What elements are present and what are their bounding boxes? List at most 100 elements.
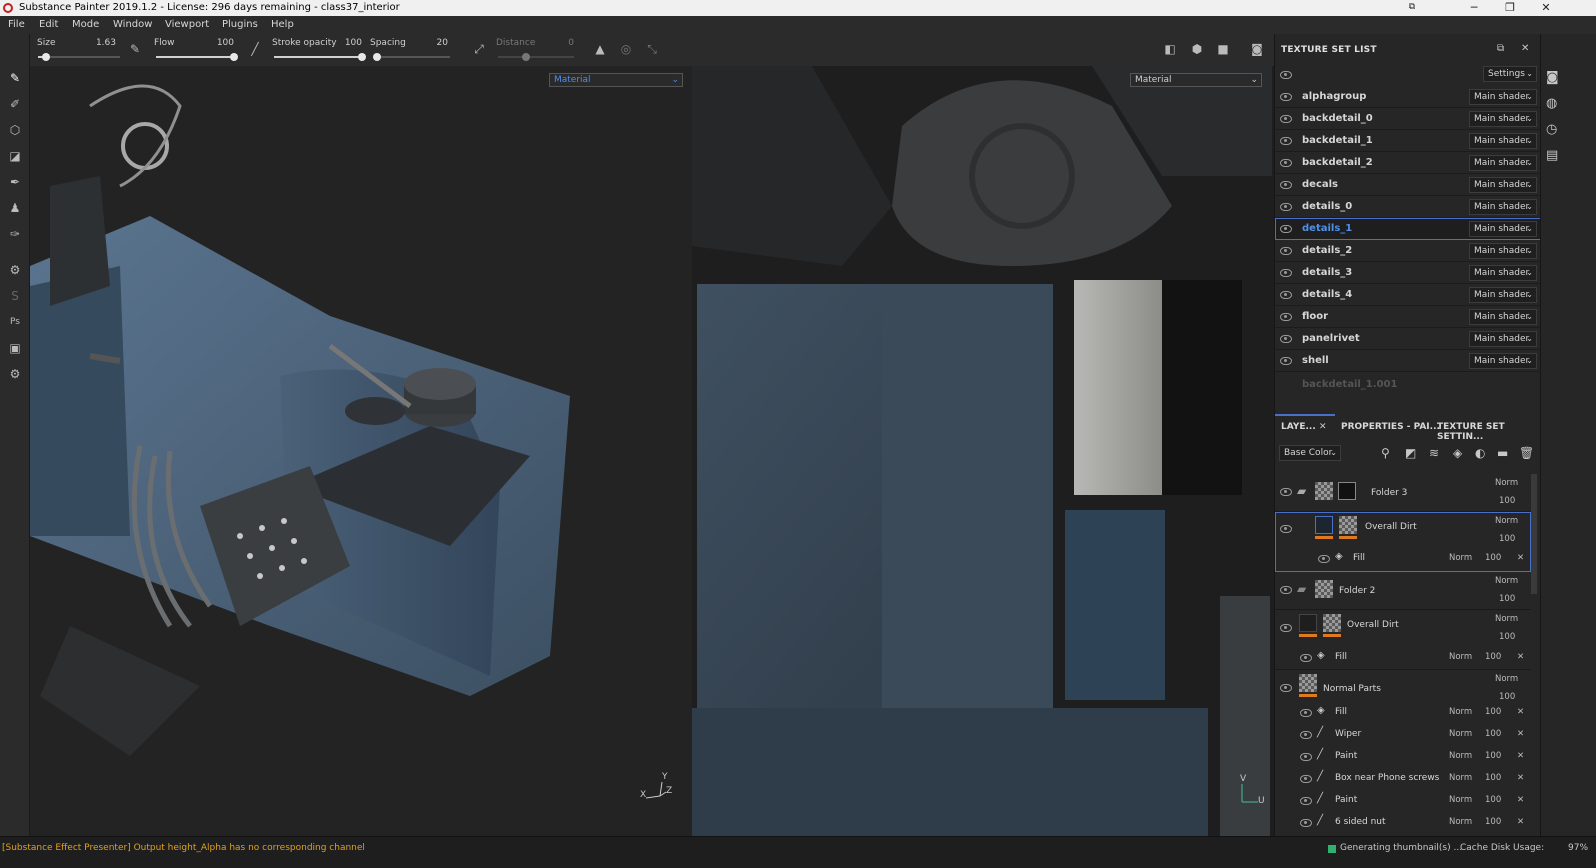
shader-dropdown[interactable]: Main shader ⌄	[1469, 177, 1537, 193]
blend-mode[interactable]: Norm	[1495, 478, 1518, 488]
blend-mode[interactable]: Norm	[1449, 707, 1472, 717]
texture-set-name[interactable]: backdetail_2	[1302, 157, 1373, 168]
smudge-icon[interactable]: ✒	[7, 174, 23, 190]
texture-set-row-floor[interactable]: floor Main shader ⌄	[1275, 306, 1541, 328]
eraser-icon[interactable]: ✐	[7, 96, 23, 112]
material-mode-select-2d[interactable]: Material ⌄	[1130, 73, 1262, 87]
visibility-icon[interactable]	[1300, 654, 1312, 662]
effect-opacity[interactable]: 100	[1485, 553, 1501, 563]
menu-viewport[interactable]: Viewport	[165, 16, 209, 34]
color-picker-icon[interactable]: ✑	[7, 226, 23, 242]
effect-opacity[interactable]: 100	[1485, 751, 1501, 761]
stroke-opacity-value[interactable]: 100	[340, 38, 362, 48]
visibility-icon[interactable]	[1280, 313, 1292, 321]
layer-row[interactable]: Overall Dirt Norm 100 ◈ Fill Norm 100 ✕	[1275, 610, 1531, 670]
screenshot-icon[interactable]: ◙	[1250, 42, 1264, 56]
layer-row[interactable]: ▰ Folder 3 Norm 100	[1275, 474, 1531, 512]
split-view-icon[interactable]: ◧	[1163, 42, 1177, 56]
effect-row[interactable]: ◈ Fill Norm 100 ✕	[1275, 702, 1531, 724]
texture-set-name[interactable]: backdetail_0	[1302, 113, 1373, 124]
visibility-icon[interactable]	[1300, 731, 1312, 739]
paint-brush-icon[interactable]: ✎	[7, 70, 23, 86]
blend-mode[interactable]: Norm	[1495, 674, 1518, 684]
texture-set-name[interactable]: alphagroup	[1302, 91, 1366, 102]
visibility-icon[interactable]	[1280, 115, 1292, 123]
layer-opacity[interactable]: 100	[1499, 496, 1515, 506]
shader-dropdown[interactable]: Main shader ⌄	[1469, 89, 1537, 105]
shader-dropdown[interactable]: Main shader ⌄	[1469, 243, 1537, 259]
settings-dropdown[interactable]: Settings ⌄	[1483, 66, 1537, 82]
flow-pressure-icon[interactable]: ╱	[248, 42, 262, 56]
distance-value[interactable]: 0	[556, 38, 574, 48]
texture-set-name[interactable]: details_4	[1302, 289, 1352, 300]
visibility-icon[interactable]	[1280, 357, 1292, 365]
texture-set-name[interactable]: shell	[1302, 355, 1329, 366]
log-icon[interactable]: ▤	[1546, 148, 1558, 163]
spacing-value[interactable]: 20	[426, 38, 448, 48]
add-fill-layer-icon[interactable]: ◈	[1453, 446, 1462, 460]
layer-name[interactable]: Normal Parts	[1323, 684, 1381, 694]
remove-effect-icon[interactable]: ✕	[1517, 553, 1524, 563]
blend-mode[interactable]: Norm	[1449, 652, 1472, 662]
remove-effect-icon[interactable]: ✕	[1517, 729, 1524, 739]
effect-row[interactable]: ╱ 6 sided nut Norm 100 ✕	[1275, 812, 1531, 834]
texture-set-row-backdetail_2[interactable]: backdetail_2 Main shader ⌄	[1275, 152, 1541, 174]
visibility-all-icon[interactable]	[1280, 71, 1292, 79]
blend-mode[interactable]: Norm	[1449, 553, 1472, 563]
size-slider[interactable]	[38, 53, 120, 61]
texture-set-row-panelrivet[interactable]: panelrivet Main shader ⌄	[1275, 328, 1541, 350]
pin-icon[interactable]: ⧉	[1396, 0, 1428, 16]
effect-row[interactable]: ╱ Paint Norm 100 ✕	[1275, 790, 1531, 812]
minimize-button[interactable]: ─	[1458, 0, 1490, 16]
shader-dropdown[interactable]: Main shader ⌄	[1469, 221, 1537, 237]
spacing-slider[interactable]	[373, 53, 450, 61]
substance-icon[interactable]: S	[7, 288, 23, 304]
texture-set-name[interactable]: details_1	[1302, 223, 1352, 234]
visibility-icon[interactable]	[1300, 775, 1312, 783]
layer-name[interactable]: Overall Dirt	[1365, 522, 1417, 532]
visibility-icon[interactable]	[1280, 93, 1292, 101]
layer-opacity[interactable]: 100	[1499, 534, 1515, 544]
blend-mode[interactable]: Norm	[1495, 576, 1518, 586]
blend-mode[interactable]: Norm	[1495, 614, 1518, 624]
tab-layers[interactable]: LAYE...	[1281, 422, 1316, 432]
add-mask-icon[interactable]: ◩	[1405, 446, 1416, 460]
layer-name[interactable]: Folder 2	[1339, 586, 1375, 596]
effect-name[interactable]: Fill	[1335, 707, 1347, 717]
symmetry-icon[interactable]: ▲	[593, 42, 607, 56]
channel-dropdown[interactable]: Base Color ⌄	[1279, 445, 1341, 461]
blend-mode[interactable]: Norm	[1449, 729, 1472, 739]
menu-mode[interactable]: Mode	[72, 16, 99, 34]
texture-set-name[interactable]: panelrivet	[1302, 333, 1360, 344]
layer-row-selected[interactable]: Overall Dirt Norm 100 ◈ Fill Norm 100 ✕	[1275, 512, 1531, 572]
3d-view-icon[interactable]: ⬢	[1190, 42, 1204, 56]
layer-row[interactable]: Normal Parts Norm 100 ◈ Fill Norm 100 ✕ ╱ Wipe…	[1275, 670, 1531, 836]
shader-dropdown[interactable]: Main shader ⌄	[1469, 331, 1537, 347]
menu-file[interactable]: File	[8, 16, 25, 34]
visibility-icon[interactable]	[1300, 753, 1312, 761]
blend-mode[interactable]: Norm	[1495, 516, 1518, 526]
texture-set-row-shell[interactable]: shell Main shader ⌄	[1275, 350, 1541, 372]
shelf-icon[interactable]: ◍	[1546, 96, 1557, 111]
menu-plugins[interactable]: Plugins	[222, 16, 258, 34]
texture-set-name[interactable]: details_0	[1302, 201, 1352, 212]
visibility-icon[interactable]	[1280, 684, 1292, 692]
tab-close-icon[interactable]: ✕	[1319, 422, 1327, 432]
effect-opacity[interactable]: 100	[1485, 729, 1501, 739]
visibility-icon[interactable]	[1280, 225, 1292, 233]
material-mode-select-3d[interactable]: Material ⌄	[549, 73, 683, 87]
distance-slider[interactable]	[498, 53, 574, 61]
texture-set-row-details_0[interactable]: details_0 Main shader ⌄	[1275, 196, 1541, 218]
viewport-2d[interactable]: Material ⌄ V U	[692, 66, 1274, 836]
effect-name[interactable]: Paint	[1335, 795, 1357, 805]
float-panel-icon[interactable]: ⧉	[1497, 43, 1504, 54]
effect-opacity[interactable]: 100	[1485, 795, 1501, 805]
visibility-icon[interactable]	[1280, 203, 1292, 211]
blend-mode[interactable]: Norm	[1449, 751, 1472, 761]
close-panel-icon[interactable]: ✕	[1521, 43, 1529, 54]
blend-mode[interactable]: Norm	[1449, 817, 1472, 827]
effect-name[interactable]: Paint	[1335, 751, 1357, 761]
history-icon[interactable]: ◷	[1546, 122, 1557, 137]
visibility-icon[interactable]	[1280, 137, 1292, 145]
effect-row[interactable]: ╱ Wiper Norm 100 ✕	[1275, 724, 1531, 746]
